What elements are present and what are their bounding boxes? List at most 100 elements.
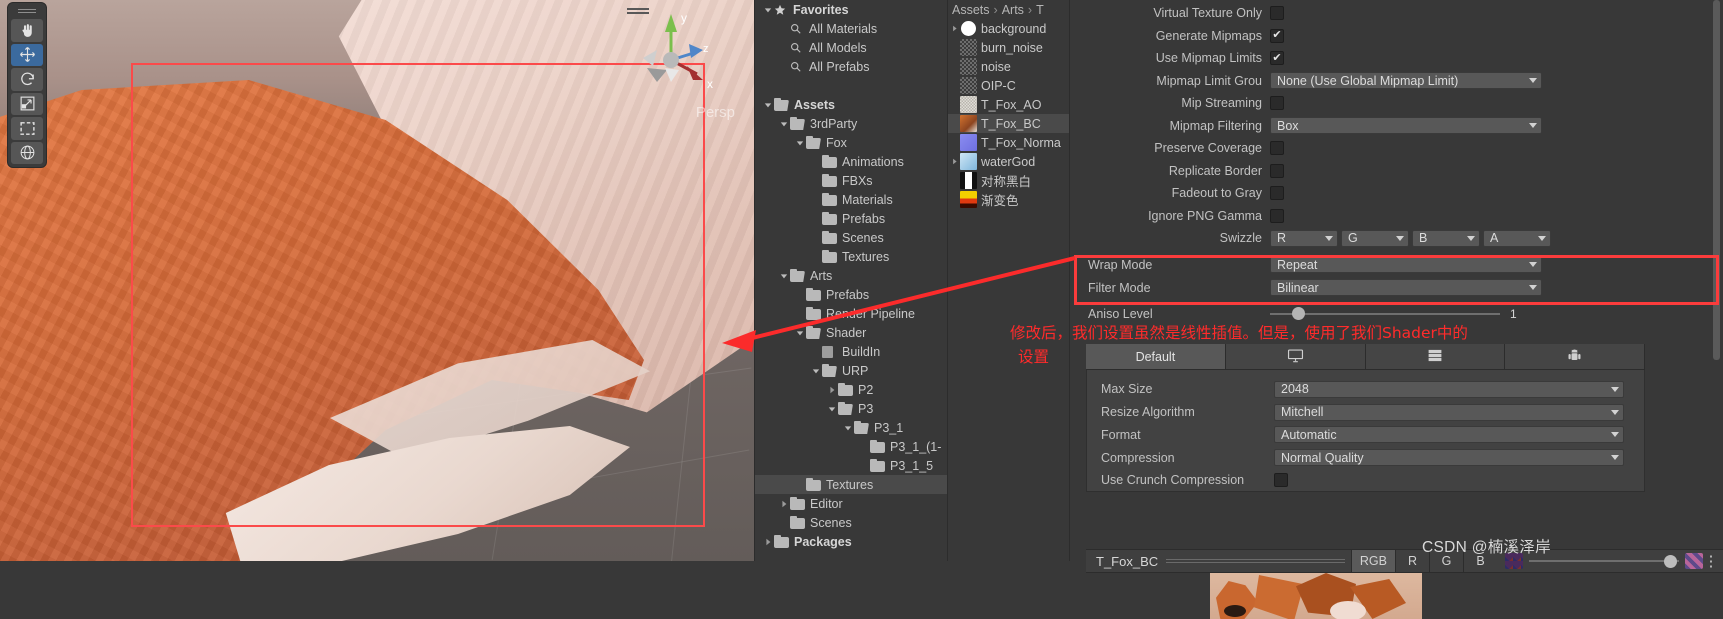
tree-item-materials[interactable]: Materials <box>755 190 948 209</box>
move-tool-button[interactable] <box>11 43 43 67</box>
tab-server[interactable] <box>1365 344 1506 369</box>
tree-item-prefabs[interactable]: Prefabs <box>755 209 948 228</box>
tree-item-editor[interactable]: Editor <box>755 494 948 513</box>
preview-toolbar[interactable]: T_Fox_BC RGB R G B ⋮ <box>1086 549 1723 573</box>
tree-item-all-prefabs[interactable]: All Prefabs <box>755 57 948 76</box>
toolbar-drag-handle[interactable] <box>18 8 36 15</box>
filter-mode-dropdown[interactable]: Bilinear <box>1270 279 1542 297</box>
platform-tab-strip[interactable]: Default <box>1086 344 1645 370</box>
chevron-right-icon[interactable] <box>948 25 960 32</box>
checkbox-replicate-border[interactable] <box>1270 163 1284 178</box>
breadcrumb-t[interactable]: T <box>1036 3 1044 17</box>
tab-monitor[interactable] <box>1225 344 1366 369</box>
tree-item-textures[interactable]: Textures <box>755 475 948 494</box>
tree-item-fox[interactable]: Fox <box>755 133 948 152</box>
asset-list-panel[interactable]: Assets › Arts › T background burn_noise no… <box>948 0 1070 562</box>
tree-item-arts[interactable]: Arts <box>755 266 948 285</box>
chevron-down-icon[interactable] <box>761 101 774 109</box>
tab-android[interactable] <box>1505 344 1645 369</box>
asset-item-noise[interactable]: noise <box>948 57 1070 76</box>
aniso-level-slider[interactable] <box>1270 306 1500 321</box>
swizzle-channel-g[interactable]: G <box>1341 229 1409 247</box>
tree-item-p3[interactable]: P3 <box>755 399 948 418</box>
dropdown-format[interactable]: Automatic <box>1274 426 1624 444</box>
tree-item-all-materials[interactable]: All Materials <box>755 19 948 38</box>
chevron-down-icon[interactable] <box>777 272 790 280</box>
tree-item-favorites[interactable]: Favorites <box>755 0 948 19</box>
slider-knob[interactable] <box>1292 307 1305 320</box>
inspector-panel[interactable]: Virtual Texture Only Generate Mipmaps Use … <box>1070 0 1723 619</box>
tree-item-fbxs[interactable]: FBXs <box>755 171 948 190</box>
breadcrumb-assets[interactable]: Assets <box>952 3 990 17</box>
orientation-gizmo[interactable]: y z x <box>623 8 719 98</box>
tree-item-packages[interactable]: Packages <box>755 532 948 551</box>
checkbox-use-crunch-compression[interactable] <box>1274 473 1288 488</box>
rotate-tool-button[interactable] <box>11 68 43 91</box>
tree-item-all-models[interactable]: All Models <box>755 38 948 57</box>
inspector-scrollbar-thumb[interactable] <box>1713 0 1720 360</box>
asset-item-burn-noise[interactable]: burn_noise <box>948 38 1070 57</box>
rect-tool-button[interactable] <box>11 117 43 140</box>
inspector-scrollbar[interactable] <box>1712 0 1722 545</box>
checkerboard-right-icon[interactable] <box>1685 553 1703 569</box>
hand-tool-button[interactable] <box>11 19 43 42</box>
checkbox-use-mipmap-limits[interactable] <box>1270 51 1284 66</box>
scene-view[interactable]: y z x Persp <box>0 0 755 562</box>
dropdown-resize-algorithm[interactable]: Mitchell <box>1274 403 1624 421</box>
dropdown-mipmap-filtering[interactable]: Box <box>1270 117 1542 135</box>
breadcrumb-arts[interactable]: Arts <box>1002 3 1024 17</box>
chevron-down-icon[interactable] <box>825 405 838 413</box>
chevron-down-icon[interactable] <box>809 367 822 375</box>
tree-item-p3-1-1-[interactable]: P3_1_(1- <box>755 437 948 456</box>
chevron-right-icon[interactable] <box>761 538 774 546</box>
asset-item-oip-c[interactable]: OIP-C <box>948 76 1070 95</box>
tree-item-p2[interactable]: P2 <box>755 380 948 399</box>
tree-item-assets[interactable]: Assets <box>755 95 948 114</box>
swizzle-channel-b[interactable]: B <box>1412 229 1480 247</box>
checkbox-preserve-coverage[interactable] <box>1270 141 1284 156</box>
scale-tool-button[interactable] <box>11 92 43 116</box>
asset-item-t-fox-bc[interactable]: T_Fox_BC <box>948 114 1070 133</box>
kebab-menu-icon[interactable]: ⋮ <box>1703 554 1719 569</box>
project-tree-panel[interactable]: Favorites All Materials All Models All Pref… <box>755 0 948 562</box>
asset-item-渐变色[interactable]: 渐变色 <box>948 190 1070 209</box>
tree-item-animations[interactable]: Animations <box>755 152 948 171</box>
tree-item-scenes[interactable]: Scenes <box>755 228 948 247</box>
chevron-right-icon[interactable] <box>825 386 838 394</box>
swizzle-channel-r[interactable]: R <box>1270 229 1338 247</box>
checkbox-mip-streaming[interactable] <box>1270 96 1284 111</box>
dropdown-max-size[interactable]: 2048 <box>1274 380 1624 398</box>
chevron-down-icon[interactable] <box>841 424 854 432</box>
transform-tool-button[interactable] <box>11 141 43 164</box>
tree-item-p3-1-5[interactable]: P3_1_5 <box>755 456 948 475</box>
tree-item-textures[interactable]: Textures <box>755 247 948 266</box>
chevron-right-icon[interactable] <box>777 500 790 508</box>
asset-item-对称黑白[interactable]: 对称黑白 <box>948 171 1070 190</box>
chevron-down-icon[interactable] <box>793 329 806 337</box>
tree-item-buildin[interactable]: BuildIn <box>755 342 948 361</box>
tree-item-shader[interactable]: Shader <box>755 323 948 342</box>
aniso-level-value[interactable]: 1 <box>1510 307 1517 321</box>
checkbox-ignore-png-gamma[interactable] <box>1270 208 1284 223</box>
chevron-down-icon[interactable] <box>777 120 790 128</box>
dropdown-compression[interactable]: Normal Quality <box>1274 449 1624 467</box>
tree-item-render-pipeline[interactable]: Render Pipeline <box>755 304 948 323</box>
checkbox-generate-mipmaps[interactable] <box>1270 28 1284 43</box>
checkbox-fadeout-to-gray[interactable] <box>1270 186 1284 201</box>
chevron-down-icon[interactable] <box>793 139 806 147</box>
asset-item-watergod[interactable]: waterGod <box>948 152 1070 171</box>
dropdown-mipmap-limit-grou[interactable]: None (Use Global Mipmap Limit) <box>1270 72 1542 90</box>
preview-zoom-slider[interactable] <box>1529 554 1679 568</box>
checkbox-virtual-texture-only[interactable] <box>1270 6 1284 21</box>
chevron-right-icon[interactable] <box>948 158 960 165</box>
channel-button-rgb[interactable]: RGB <box>1350 550 1395 572</box>
asset-item-t-fox-norma[interactable]: T_Fox_Norma <box>948 133 1070 152</box>
asset-item-t-fox-ao[interactable]: T_Fox_AO <box>948 95 1070 114</box>
tree-item-prefabs[interactable]: Prefabs <box>755 285 948 304</box>
chevron-down-icon[interactable] <box>761 6 774 14</box>
tree-item-p3-1[interactable]: P3_1 <box>755 418 948 437</box>
tree-item-3rdparty[interactable]: 3rdParty <box>755 114 948 133</box>
tab-default[interactable]: Default <box>1086 344 1226 369</box>
wrap-mode-dropdown[interactable]: Repeat <box>1270 256 1542 274</box>
swizzle-channel-a[interactable]: A <box>1483 229 1551 247</box>
